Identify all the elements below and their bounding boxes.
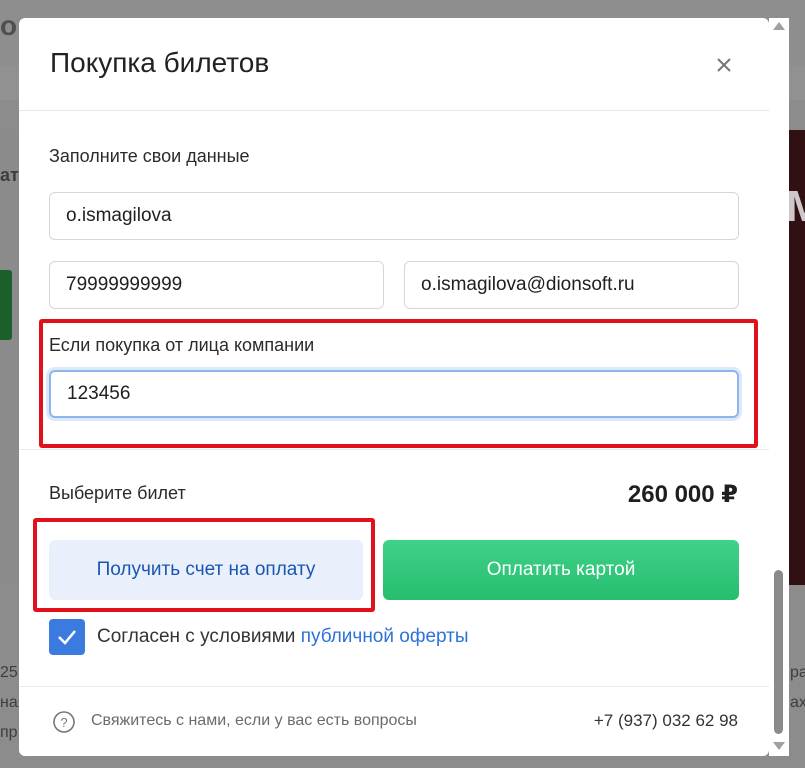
get-invoice-button[interactable]: Получить счет на оплату: [49, 540, 363, 600]
question-icon: ?: [53, 711, 75, 733]
scroll-down-arrow-icon[interactable]: [773, 742, 785, 750]
ticket-price: 260 000 ₽: [627, 481, 738, 508]
modal-header: Покупка билетов: [19, 18, 769, 111]
company-label: Если покупка от лица компании: [49, 335, 315, 355]
agree-label: Согласен с условиями: [97, 626, 301, 647]
background-right-small-2: ах: [790, 694, 805, 711]
ticket-purchase-modal: Покупка билетов Заполните свои данные o.…: [19, 18, 769, 756]
public-offer-link[interactable]: публичной оферты: [301, 626, 469, 647]
agree-text: Согласен с условиями публичной оферты: [97, 626, 469, 648]
phone-field[interactable]: 79999999999: [49, 261, 384, 309]
contact-phone[interactable]: +7 (937) 032 62 98: [594, 711, 738, 731]
divider: [19, 449, 769, 450]
background-left-small-1: 25: [0, 664, 18, 681]
close-button[interactable]: [709, 50, 739, 80]
scroll-up-arrow-icon[interactable]: [773, 22, 785, 30]
footer-divider: [19, 686, 769, 687]
svg-text:?: ?: [60, 715, 67, 730]
ticket-label: Выберите билет: [49, 483, 186, 503]
background-right-small-1: ра: [790, 664, 805, 681]
scrollbar-thumb[interactable]: [774, 570, 783, 734]
close-icon: [717, 58, 731, 72]
section-label: Заполните свои данные: [49, 146, 250, 166]
background-left-small-3: пр: [0, 724, 18, 741]
modal-title: Покупка билетов: [50, 47, 270, 78]
pay-by-card-button[interactable]: Оплатить картой: [383, 540, 739, 600]
background-green-button: [0, 270, 12, 340]
company-field[interactable]: 123456: [49, 370, 739, 418]
email-field[interactable]: o.ismagilova@dionsoft.ru: [404, 261, 739, 309]
agree-checkbox[interactable]: [49, 619, 85, 655]
name-field[interactable]: o.ismagilova: [49, 192, 739, 240]
help-text: Свяжитесь с нами, если у вас есть вопрос…: [91, 712, 417, 729]
background-left-strip: [0, 130, 20, 585]
checkmark-icon: [58, 630, 76, 645]
